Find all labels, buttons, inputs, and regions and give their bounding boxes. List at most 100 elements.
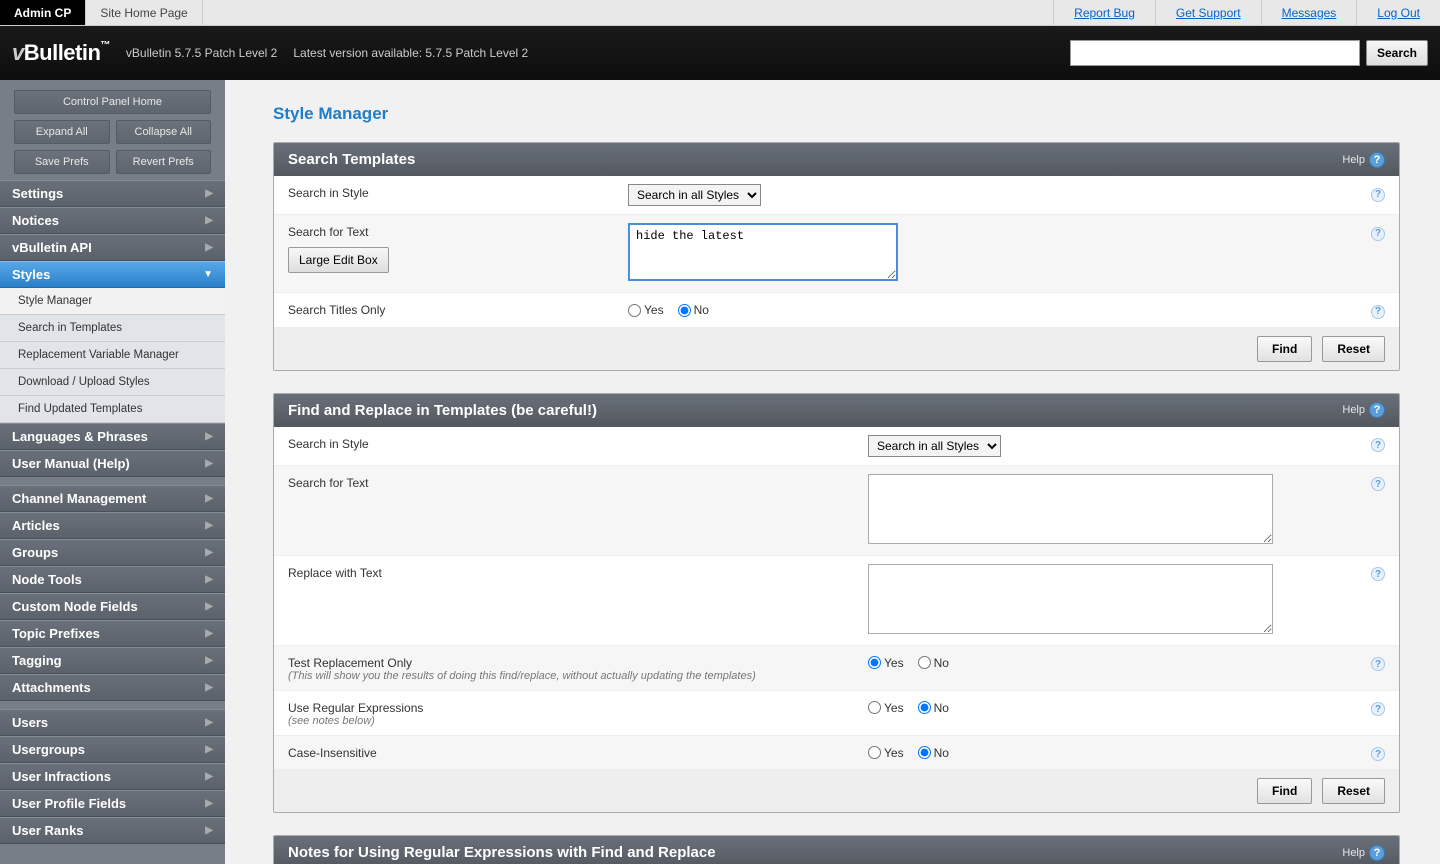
nav-articles[interactable]: Articles▶: [0, 512, 225, 539]
label-case-insensitive: Case-Insensitive: [288, 744, 868, 760]
link-log-out[interactable]: Log Out: [1356, 0, 1440, 25]
label-test-replacement-sub: (This will show you the results of doing…: [288, 670, 868, 682]
nav-sub-find-updated-templates[interactable]: Find Updated Templates: [0, 396, 225, 423]
chevron-right-icon: ▶: [205, 798, 213, 809]
label-replace-with-text: Replace with Text: [288, 564, 868, 580]
help-icon[interactable]: ?: [1371, 227, 1385, 241]
nav-settings[interactable]: Settings▶: [0, 180, 225, 207]
page-title: Style Manager: [273, 104, 1400, 124]
nav-user-ranks[interactable]: User Ranks▶: [0, 817, 225, 844]
label-search-for-text: Search for Text: [288, 474, 868, 490]
nav-groups[interactable]: Groups▶: [0, 539, 225, 566]
nav-user-manual-help-[interactable]: User Manual (Help)▶: [0, 450, 225, 477]
help-icon[interactable]: ?: [1371, 305, 1385, 319]
radio-case-no[interactable]: No: [918, 746, 949, 760]
chevron-right-icon: ▶: [205, 601, 213, 612]
nav-usergroups[interactable]: Usergroups▶: [0, 736, 225, 763]
fr-reset-button[interactable]: Reset: [1322, 778, 1385, 804]
chevron-right-icon: ▶: [205, 215, 213, 226]
help-icon[interactable]: ?: [1371, 567, 1385, 581]
save-prefs-button[interactable]: Save Prefs: [14, 150, 110, 174]
radio-titles-no[interactable]: No: [678, 303, 709, 317]
search-for-text-textarea[interactable]: [628, 223, 898, 281]
radio-regex-no[interactable]: No: [918, 701, 949, 715]
nav-styles[interactable]: Styles▼: [0, 261, 225, 288]
nav-sub-replacement-variable-manager[interactable]: Replacement Variable Manager: [0, 342, 225, 369]
help-icon: ?: [1369, 402, 1385, 418]
nav-vbulletin-api[interactable]: vBulletin API▶: [0, 234, 225, 261]
nav-users[interactable]: Users▶: [0, 709, 225, 736]
global-search-button[interactable]: Search: [1366, 40, 1428, 66]
nav-languages-phrases[interactable]: Languages & Phrases▶: [0, 423, 225, 450]
help-icon[interactable]: ?: [1371, 477, 1385, 491]
nav-node-tools[interactable]: Node Tools▶: [0, 566, 225, 593]
latest-version-text: Latest version available: 5.7.5 Patch Le…: [293, 46, 528, 60]
chevron-right-icon: ▶: [205, 574, 213, 585]
help-icon: ?: [1369, 152, 1385, 168]
regex-notes-panel: Notes for Using Regular Expressions with…: [273, 835, 1400, 864]
nav-topic-prefixes[interactable]: Topic Prefixes▶: [0, 620, 225, 647]
link-report-bug[interactable]: Report Bug: [1053, 0, 1155, 25]
radio-test-no[interactable]: No: [918, 656, 949, 670]
chevron-right-icon: ▶: [205, 493, 213, 504]
chevron-right-icon: ▶: [205, 520, 213, 531]
revert-prefs-button[interactable]: Revert Prefs: [116, 150, 212, 174]
fr-replace-with-text-textarea[interactable]: [868, 564, 1273, 634]
global-search-input[interactable]: [1070, 40, 1360, 66]
nav-sub-download-upload-styles[interactable]: Download / Upload Styles: [0, 369, 225, 396]
nav-notices[interactable]: Notices▶: [0, 207, 225, 234]
fr-search-in-style-select[interactable]: Search in all Styles: [868, 435, 1001, 457]
chevron-right-icon: ▶: [205, 547, 213, 558]
chevron-right-icon: ▶: [205, 717, 213, 728]
link-get-support[interactable]: Get Support: [1155, 0, 1261, 25]
fr-find-button[interactable]: Find: [1257, 778, 1312, 804]
nav-user-profile-fields[interactable]: User Profile Fields▶: [0, 790, 225, 817]
nav-tagging[interactable]: Tagging▶: [0, 647, 225, 674]
label-use-regex: Use Regular Expressions: [288, 701, 423, 715]
collapse-all-button[interactable]: Collapse All: [116, 120, 212, 144]
radio-test-yes[interactable]: Yes: [868, 656, 904, 670]
nav-sub-style-manager[interactable]: Style Manager: [0, 288, 225, 315]
chevron-right-icon: ▶: [205, 771, 213, 782]
panel-help-link[interactable]: Help ?: [1342, 402, 1385, 418]
radio-titles-yes[interactable]: Yes: [628, 303, 664, 317]
help-icon[interactable]: ?: [1371, 702, 1385, 716]
expand-all-button[interactable]: Expand All: [14, 120, 110, 144]
help-icon: ?: [1369, 845, 1385, 861]
label-test-replacement: Test Replacement Only: [288, 656, 412, 670]
help-icon[interactable]: ?: [1371, 747, 1385, 761]
version-text: vBulletin 5.7.5 Patch Level 2: [126, 46, 277, 60]
help-icon[interactable]: ?: [1371, 657, 1385, 671]
nav-sub-search-in-templates[interactable]: Search in Templates: [0, 315, 225, 342]
nav-user-infractions[interactable]: User Infractions▶: [0, 763, 225, 790]
radio-case-yes[interactable]: Yes: [868, 746, 904, 760]
nav-custom-node-fields[interactable]: Custom Node Fields▶: [0, 593, 225, 620]
nav-attachments[interactable]: Attachments▶: [0, 674, 225, 701]
find-button[interactable]: Find: [1257, 336, 1312, 362]
panel-title: Search Templates: [288, 151, 415, 168]
tab-admin-cp[interactable]: Admin CP: [0, 0, 86, 25]
search-templates-panel: Search Templates Help ? Search in Style …: [273, 142, 1400, 371]
label-use-regex-sub: (see notes below): [288, 715, 868, 727]
tab-site-home[interactable]: Site Home Page: [86, 0, 202, 25]
fr-search-for-text-textarea[interactable]: [868, 474, 1273, 544]
header-bar: vvBulletinBulletin™ vBulletin 5.7.5 Patc…: [0, 26, 1440, 80]
search-in-style-select[interactable]: Search in all Styles: [628, 184, 761, 206]
chevron-right-icon: ▶: [205, 655, 213, 666]
control-panel-home-button[interactable]: Control Panel Home: [14, 90, 211, 114]
reset-button[interactable]: Reset: [1322, 336, 1385, 362]
chevron-down-icon: ▼: [203, 269, 213, 280]
panel-help-link[interactable]: Help ?: [1342, 152, 1385, 168]
chevron-right-icon: ▶: [205, 682, 213, 693]
label-search-titles-only: Search Titles Only: [288, 301, 628, 317]
panel-help-link[interactable]: Help ?: [1342, 845, 1385, 861]
nav-channel-management[interactable]: Channel Management▶: [0, 485, 225, 512]
find-replace-panel: Find and Replace in Templates (be carefu…: [273, 393, 1400, 814]
label-search-in-style: Search in Style: [288, 184, 628, 200]
large-edit-box-button[interactable]: Large Edit Box: [288, 247, 389, 273]
link-messages[interactable]: Messages: [1261, 0, 1357, 25]
help-icon[interactable]: ?: [1371, 188, 1385, 202]
help-icon[interactable]: ?: [1371, 438, 1385, 452]
top-bar: Admin CP Site Home Page Report Bug Get S…: [0, 0, 1440, 26]
radio-regex-yes[interactable]: Yes: [868, 701, 904, 715]
